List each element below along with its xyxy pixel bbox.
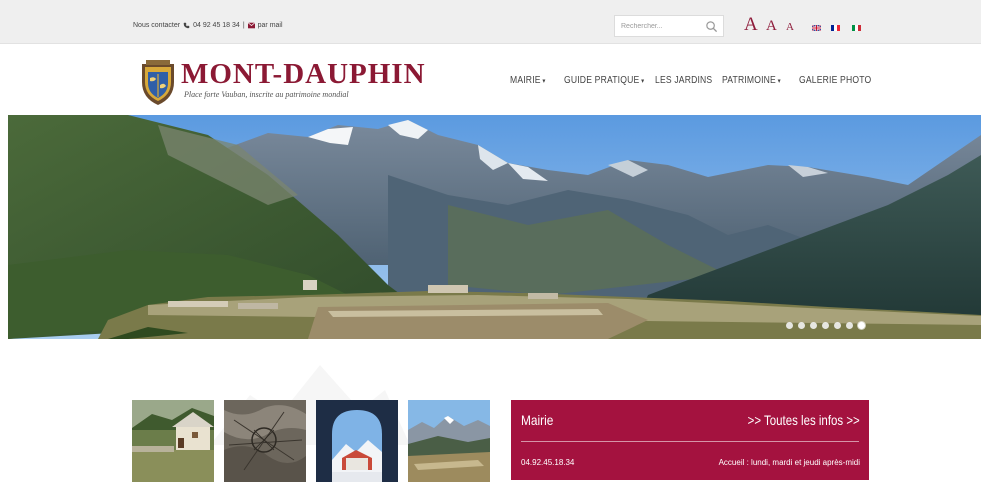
nav-label: LES JARDINS bbox=[655, 75, 713, 86]
mairie-phone[interactable]: 04.92.45.18.34 bbox=[521, 458, 574, 467]
top-bar: Nous contacter 04 92 45 18 34 | par mail… bbox=[0, 0, 981, 44]
slider-dot[interactable] bbox=[822, 322, 829, 329]
slider-dot[interactable] bbox=[810, 322, 817, 329]
snow-archway-image bbox=[316, 400, 398, 482]
flag-uk-icon[interactable] bbox=[812, 25, 821, 31]
nav-item-galerie-photo[interactable]: GALERIE PHOTO bbox=[799, 75, 871, 86]
hero-slider-image[interactable] bbox=[8, 115, 981, 339]
search-icon[interactable] bbox=[705, 20, 718, 33]
slider-dot[interactable] bbox=[798, 322, 805, 329]
font-size-small-button[interactable]: A bbox=[786, 21, 794, 33]
site-title[interactable]: MONT-DAUPHIN bbox=[181, 60, 426, 89]
nav-item-patrimoine[interactable]: PATRIMOINE ▾ bbox=[722, 75, 781, 86]
mail-icon bbox=[247, 22, 255, 29]
mairie-info-box: Mairie >> Toutes les infos >> 04.92.45.1… bbox=[511, 400, 869, 480]
slider-dot[interactable] bbox=[786, 322, 793, 329]
nav-item-les-jardins[interactable]: LES JARDINS bbox=[655, 75, 712, 86]
contact-label[interactable]: Nous contacter bbox=[133, 22, 180, 29]
site-header: MONT-DAUPHIN Place forte Vauban, inscrit… bbox=[0, 44, 981, 115]
old-map-image bbox=[224, 400, 306, 482]
contact-separator: | bbox=[242, 22, 245, 29]
thumbnail-snow-archway[interactable] bbox=[316, 400, 398, 482]
nav-label: GALERIE PHOTO bbox=[799, 75, 872, 86]
slider-pagination bbox=[786, 322, 865, 329]
chevron-down-icon: ▾ bbox=[542, 78, 546, 85]
font-size-medium-button[interactable]: A bbox=[766, 18, 777, 35]
slider-dot[interactable] bbox=[834, 322, 841, 329]
nav-label: MAIRIE bbox=[510, 75, 541, 86]
site-tagline: Place forte Vauban, inscrite au patrimoi… bbox=[184, 90, 349, 99]
search-input[interactable] bbox=[621, 20, 701, 33]
slider-dot[interactable] bbox=[846, 322, 853, 329]
phone-icon bbox=[183, 22, 190, 29]
mountain-landscape-image bbox=[8, 115, 981, 339]
mountain-valley-image bbox=[408, 400, 490, 482]
chevron-down-icon: ▾ bbox=[777, 78, 781, 85]
nav-item-mairie[interactable]: MAIRIE ▾ bbox=[510, 75, 546, 86]
info-box-divider bbox=[521, 441, 859, 442]
flag-france-icon[interactable] bbox=[831, 25, 840, 31]
mairie-hours: Accueil : lundi, mardi et jeudi après-mi… bbox=[718, 458, 860, 467]
search-box bbox=[614, 15, 724, 37]
font-size-large-button[interactable]: A bbox=[744, 14, 758, 36]
thumbnail-old-map[interactable] bbox=[224, 400, 306, 482]
all-info-link[interactable]: >> Toutes les infos >> bbox=[748, 412, 860, 428]
thumbnail-mountain-valley[interactable] bbox=[408, 400, 490, 482]
village-house-image bbox=[132, 400, 214, 482]
nav-label: GUIDE PRATIQUE bbox=[564, 75, 640, 86]
email-link[interactable]: par mail bbox=[258, 22, 283, 29]
info-box-title: Mairie bbox=[521, 412, 554, 428]
nav-item-guide-pratique[interactable]: GUIDE PRATIQUE ▾ bbox=[564, 75, 644, 86]
slider-dot-active[interactable] bbox=[858, 322, 865, 329]
nav-label: PATRIMOINE bbox=[722, 75, 776, 86]
flag-italy-icon[interactable] bbox=[852, 25, 861, 31]
coat-of-arms-logo[interactable] bbox=[140, 60, 176, 106]
thumbnail-village-house[interactable] bbox=[132, 400, 214, 482]
phone-number[interactable]: 04 92 45 18 34 bbox=[193, 22, 240, 29]
chevron-down-icon: ▾ bbox=[641, 78, 645, 85]
contact-line: Nous contacter 04 92 45 18 34 | par mail bbox=[133, 22, 283, 29]
